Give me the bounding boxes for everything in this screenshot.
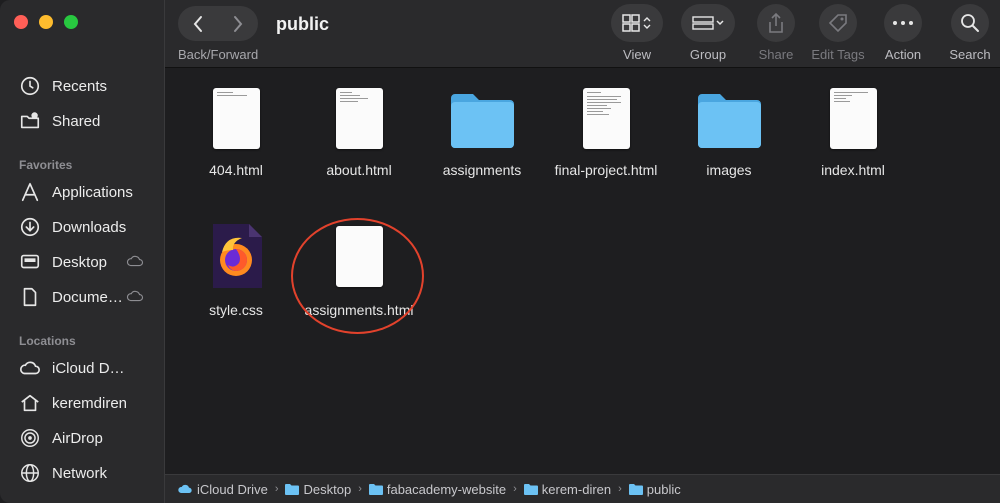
- search-label: Search: [949, 47, 991, 62]
- group-button[interactable]: [681, 4, 735, 42]
- file-item[interactable]: index.html: [793, 84, 913, 184]
- sidebar-section-favorites: Favorites: [19, 158, 73, 172]
- action-button[interactable]: [884, 4, 922, 42]
- sidebar-item-label: iCloud D…: [52, 359, 125, 377]
- sidebar-item-label: AirDrop: [52, 429, 103, 447]
- chevron-right-icon: [234, 15, 243, 32]
- sidebar-item-label: Applications: [52, 183, 133, 201]
- path-separator: ›: [274, 483, 279, 495]
- sidebar-item-airdrop[interactable]: AirDrop: [18, 423, 158, 453]
- home-icon: [18, 391, 42, 415]
- folder-icon: [523, 484, 538, 495]
- toolbar: Back/Forward public View Group Share Edi…: [165, 0, 1000, 68]
- desktop-icon: [18, 250, 42, 274]
- path-bar: iCloud Drive › Desktop › fabacademy-webs…: [165, 474, 1000, 503]
- file-name: 404.html: [209, 162, 263, 178]
- network-icon: [18, 461, 42, 485]
- path-separator: ›: [513, 483, 517, 495]
- file-name: about.html: [326, 162, 392, 178]
- file-item[interactable]: style.css: [176, 220, 296, 320]
- path-item-desktop[interactable]: Desktop: [285, 482, 351, 497]
- sidebar-item-label: Shared: [52, 112, 101, 130]
- sidebar-item-desktop[interactable]: Desktop: [18, 247, 158, 277]
- shared-folder-icon: [18, 109, 42, 133]
- path-item-kerem-diren[interactable]: kerem-diren: [523, 482, 611, 497]
- path-separator: ›: [618, 483, 622, 495]
- file-item[interactable]: 404.html: [176, 84, 296, 184]
- share-button[interactable]: [757, 4, 795, 42]
- view-button[interactable]: [611, 4, 663, 42]
- sidebar-item-label: keremdiren: [52, 394, 128, 412]
- airdrop-icon: [18, 426, 42, 450]
- folder-icon: [451, 94, 514, 148]
- icloud-icon: [178, 484, 192, 493]
- path-item-icloud-drive[interactable]: iCloud Drive: [177, 482, 268, 497]
- finder-window: Recents Shared Favorites Applications Do…: [0, 0, 1000, 503]
- path-separator: ›: [358, 483, 362, 495]
- search-icon: [961, 14, 979, 32]
- file-name: final-project.html: [554, 162, 658, 178]
- sidebar-item-label: Downloads: [52, 218, 127, 236]
- html-file-icon: [336, 88, 383, 149]
- html-file-icon: [830, 88, 877, 149]
- more-icon: [893, 21, 913, 25]
- folder-icon: [368, 484, 383, 495]
- sidebar-item-home[interactable]: keremdiren: [18, 388, 158, 418]
- sidebar-item-applications[interactable]: Applications: [18, 177, 158, 207]
- icloud-status-icon: [126, 289, 144, 307]
- html-file-icon: [213, 88, 260, 149]
- folder-item[interactable]: images: [669, 84, 789, 184]
- file-name: index.html: [821, 162, 885, 178]
- sidebar-section-locations: Locations: [19, 334, 76, 348]
- sidebar: Recents Shared Favorites Applications Do…: [0, 0, 165, 503]
- sidebar-item-label: Recents: [52, 77, 108, 95]
- sidebar-item-downloads[interactable]: Downloads: [18, 212, 158, 242]
- share-icon: [769, 12, 783, 33]
- icloud-status-icon: [126, 254, 144, 272]
- applications-icon: [18, 180, 42, 204]
- group-icon: [692, 16, 724, 30]
- clock-icon: [18, 74, 42, 98]
- minimize-window-button[interactable]: [39, 15, 53, 29]
- back-forward-control: [178, 6, 258, 41]
- forward-button[interactable]: [218, 6, 258, 41]
- path-item-public[interactable]: public: [628, 482, 681, 497]
- sidebar-item-documents[interactable]: Docume…: [18, 282, 158, 312]
- folder-icon: [698, 94, 761, 148]
- window-title: public: [276, 14, 329, 34]
- file-item[interactable]: final-project.html: [546, 84, 666, 184]
- icloud-icon: [18, 356, 42, 380]
- folder-icon: [628, 484, 643, 495]
- file-name: style.css: [209, 302, 263, 318]
- search-button[interactable]: [951, 4, 989, 42]
- document-icon: [18, 285, 42, 309]
- close-window-button[interactable]: [14, 15, 28, 29]
- html-file-icon: [583, 88, 630, 149]
- folder-icon: [285, 484, 300, 495]
- firefox-css-icon: [213, 224, 262, 288]
- sidebar-item-label: Desktop: [52, 253, 108, 271]
- back-forward-label: Back/Forward: [178, 47, 259, 62]
- folder-item[interactable]: assignments: [422, 84, 542, 184]
- highlight-circle-annotation: [291, 218, 424, 334]
- zoom-window-button[interactable]: [64, 15, 78, 29]
- file-item[interactable]: about.html: [299, 84, 419, 184]
- path-item-fabacademy-website[interactable]: fabacademy-website: [368, 482, 506, 497]
- chevron-left-icon: [193, 15, 202, 32]
- grid-view-icon: [622, 14, 651, 32]
- sidebar-item-label: Network: [52, 464, 108, 482]
- file-name: assignments: [442, 162, 522, 178]
- sidebar-item-network[interactable]: Network: [18, 458, 158, 488]
- sidebar-item-shared[interactable]: Shared: [18, 106, 158, 136]
- view-label: View: [623, 47, 651, 62]
- downloads-icon: [18, 215, 42, 239]
- edit-tags-button[interactable]: [819, 4, 857, 42]
- back-button[interactable]: [178, 6, 218, 41]
- sidebar-item-recents[interactable]: Recents: [18, 71, 158, 101]
- sidebar-item-label: Docume…: [52, 288, 123, 306]
- tag-icon: [828, 14, 847, 33]
- file-name: images: [706, 162, 752, 178]
- sidebar-item-icloud-drive[interactable]: iCloud D…: [18, 353, 158, 383]
